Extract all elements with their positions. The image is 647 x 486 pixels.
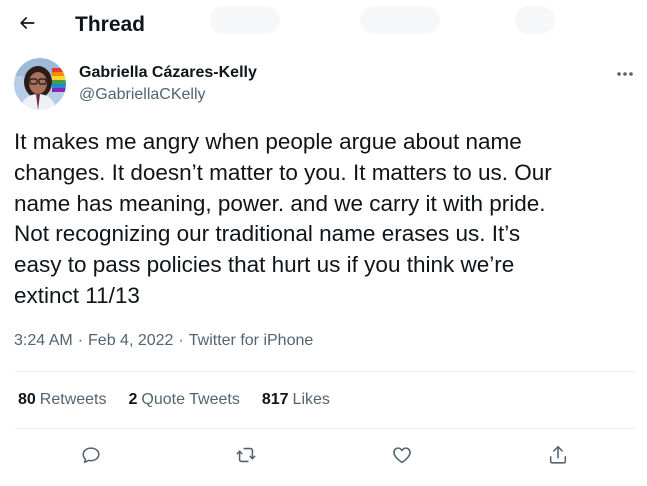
likes-stat[interactable]: 817 Likes (262, 391, 330, 409)
avatar[interactable] (14, 58, 66, 110)
reply-button[interactable] (74, 440, 108, 474)
reply-icon (80, 444, 102, 471)
tweet-stats: 80 Retweets 2 Quote Tweets 817 Likes (18, 391, 352, 409)
tweet-time[interactable]: 3:24 AM (14, 332, 73, 350)
more-options-button[interactable] (610, 62, 640, 84)
share-button[interactable] (541, 440, 575, 474)
quote-tweets-stat[interactable]: 2 Quote Tweets (129, 391, 240, 409)
tweet-meta: 3:24 AM · Feb 4, 2022 · Twitter for iPho… (14, 332, 313, 350)
tweet-source[interactable]: Twitter for iPhone (189, 332, 314, 350)
header: Thread (0, 0, 647, 52)
retweet-button[interactable] (229, 440, 263, 474)
header-background-blur (360, 6, 440, 34)
quote-tweets-count: 2 (128, 391, 138, 408)
arrow-left-icon (17, 13, 37, 38)
retweets-count: 80 (18, 391, 36, 408)
retweet-icon (235, 444, 257, 471)
back-button[interactable] (12, 10, 42, 40)
avatar-photo (14, 58, 66, 110)
meta-separator: · (178, 332, 184, 349)
like-button[interactable] (385, 440, 419, 474)
author-name[interactable]: Gabriella Cázares-Kelly (79, 64, 257, 82)
tweet-thread-page: Thread Gabriella Cázares-Kelly @Gabriell… (0, 0, 647, 486)
page-title: Thread (75, 13, 146, 36)
share-icon (547, 444, 569, 471)
heart-icon (391, 444, 413, 471)
meta-separator: · (77, 332, 84, 349)
quote-tweets-label: Quote Tweets (141, 391, 240, 408)
divider (14, 371, 636, 372)
more-horizontal-icon (616, 64, 634, 82)
likes-count: 817 (261, 391, 289, 408)
header-background-blur (210, 6, 280, 34)
author-handle[interactable]: @GabriellaCKelly (79, 86, 206, 104)
likes-label: Likes (292, 391, 330, 408)
retweets-stat[interactable]: 80 Retweets (18, 391, 107, 409)
divider (14, 428, 636, 429)
header-background-blur (515, 6, 555, 34)
tweet-text: It makes me angry when people argue abou… (14, 129, 552, 308)
retweets-label: Retweets (39, 391, 107, 408)
tweet-date[interactable]: Feb 4, 2022 (88, 332, 173, 350)
